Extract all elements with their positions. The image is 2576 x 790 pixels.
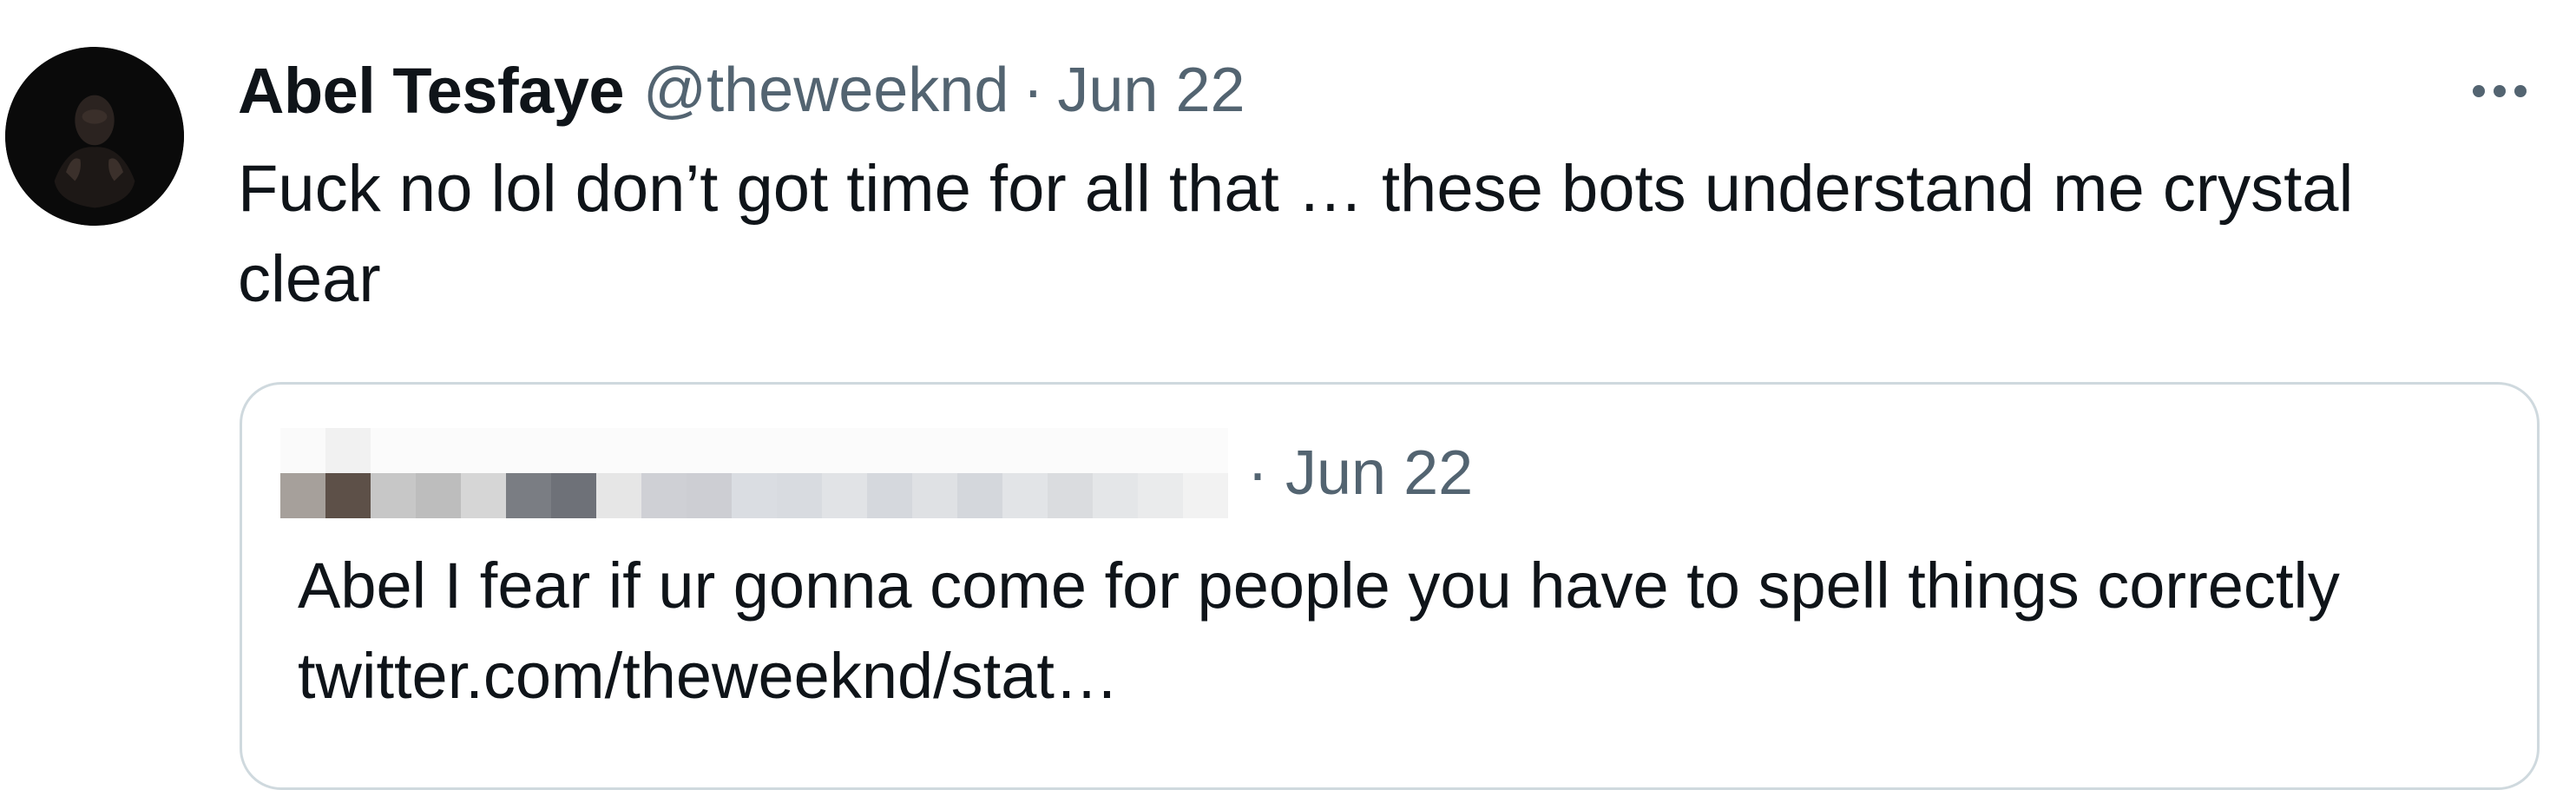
pixelated-author-name [280,428,1228,518]
quoted-tweet-card[interactable]: · Jun 22 Abel I fear if ur gonna come fo… [240,382,2540,790]
tweet-header: Abel Tesfaye @theweeknd · Jun 22 [238,47,1245,134]
avatar-image [5,47,184,226]
quoted-tweet-link[interactable]: twitter.com/theweeknd/stat… [298,640,1119,712]
more-options-button[interactable] [2465,69,2534,113]
author-handle[interactable]: @theweeknd [643,55,1009,126]
separator-dot: · [1022,56,1044,125]
author-display-name[interactable]: Abel Tesfaye [238,54,625,128]
quoted-separator-dot: · [1247,438,1268,508]
quoted-tweet-body: Abel I fear if ur gonna come for people … [298,550,2340,622]
avatar[interactable] [5,47,184,226]
tweet-timestamp[interactable]: Jun 22 [1057,55,1245,126]
quoted-tweet-timestamp[interactable]: Jun 22 [1285,438,1473,508]
more-horizontal-icon [2468,85,2531,97]
tweet-article[interactable]: Abel Tesfaye @theweeknd · Jun 22 Fuck no… [0,0,2576,790]
quoted-tweet-header: · Jun 22 [280,428,1473,518]
quoted-tweet-text: Abel I fear if ur gonna come for people … [298,541,2468,721]
tweet-text: Fuck no lol don’t got time for all that … [238,152,2354,316]
